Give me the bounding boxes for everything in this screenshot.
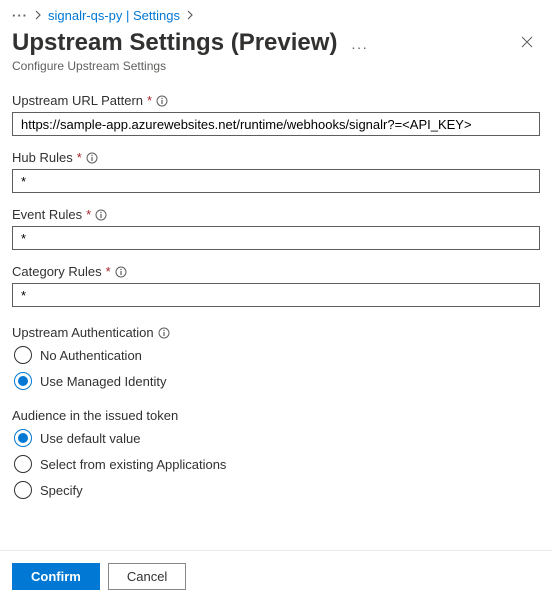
category-rules-input[interactable]	[12, 283, 540, 307]
radio-managed-identity[interactable]: Use Managed Identity	[14, 372, 540, 390]
audience-section-label: Audience in the issued token	[12, 408, 540, 423]
radio-icon	[14, 372, 32, 390]
radio-icon	[14, 429, 32, 447]
radio-existing-applications[interactable]: Select from existing Applications	[14, 455, 540, 473]
close-icon	[520, 36, 534, 53]
required-indicator: *	[106, 264, 111, 279]
auth-section-label: Upstream Authentication	[12, 325, 540, 340]
radio-specify[interactable]: Specify	[14, 481, 540, 499]
field-upstream-url: Upstream URL Pattern *	[12, 93, 540, 136]
field-label: Upstream URL Pattern	[12, 93, 143, 108]
form-content: Upstream URL Pattern * Hub Rules * Event…	[0, 73, 552, 499]
hub-rules-input[interactable]	[12, 169, 540, 193]
radio-default-value[interactable]: Use default value	[14, 429, 540, 447]
radio-icon	[14, 481, 32, 499]
audience-label-text: Audience in the issued token	[12, 408, 178, 423]
chevron-right-icon	[186, 8, 194, 23]
cancel-button[interactable]: Cancel	[108, 563, 186, 590]
field-category-rules: Category Rules *	[12, 264, 540, 307]
field-label: Category Rules	[12, 264, 102, 279]
breadcrumb-overflow-button[interactable]: ···	[12, 8, 28, 23]
radio-label: Use Managed Identity	[40, 374, 166, 389]
chevron-right-icon	[34, 8, 42, 23]
more-actions-button[interactable]: ···	[351, 39, 368, 55]
field-label: Event Rules	[12, 207, 82, 222]
info-icon[interactable]	[86, 152, 98, 164]
header: Upstream Settings (Preview) ··· Configur…	[0, 27, 552, 73]
confirm-button[interactable]: Confirm	[12, 563, 100, 590]
radio-label: Specify	[40, 483, 83, 498]
breadcrumb-link[interactable]: signalr-qs-py | Settings	[48, 8, 180, 23]
radio-no-authentication[interactable]: No Authentication	[14, 346, 540, 364]
field-label: Hub Rules	[12, 150, 73, 165]
radio-label: Use default value	[40, 431, 140, 446]
info-icon[interactable]	[115, 266, 127, 278]
radio-label: No Authentication	[40, 348, 142, 363]
close-button[interactable]	[514, 29, 540, 58]
page-subtitle: Configure Upstream Settings	[12, 59, 368, 73]
breadcrumb: ··· signalr-qs-py | Settings	[0, 0, 552, 27]
field-event-rules: Event Rules *	[12, 207, 540, 250]
upstream-url-input[interactable]	[12, 112, 540, 136]
required-indicator: *	[147, 93, 152, 108]
audience-radio-group: Use default value Select from existing A…	[12, 429, 540, 499]
info-icon[interactable]	[156, 95, 168, 107]
required-indicator: *	[77, 150, 82, 165]
auth-label-text: Upstream Authentication	[12, 325, 154, 340]
event-rules-input[interactable]	[12, 226, 540, 250]
info-icon[interactable]	[95, 209, 107, 221]
radio-icon	[14, 455, 32, 473]
page-title: Upstream Settings (Preview)	[12, 29, 337, 57]
radio-icon	[14, 346, 32, 364]
footer: Confirm Cancel	[0, 550, 552, 602]
required-indicator: *	[86, 207, 91, 222]
info-icon[interactable]	[158, 327, 170, 339]
radio-label: Select from existing Applications	[40, 457, 226, 472]
field-hub-rules: Hub Rules *	[12, 150, 540, 193]
auth-radio-group: No Authentication Use Managed Identity	[12, 346, 540, 390]
